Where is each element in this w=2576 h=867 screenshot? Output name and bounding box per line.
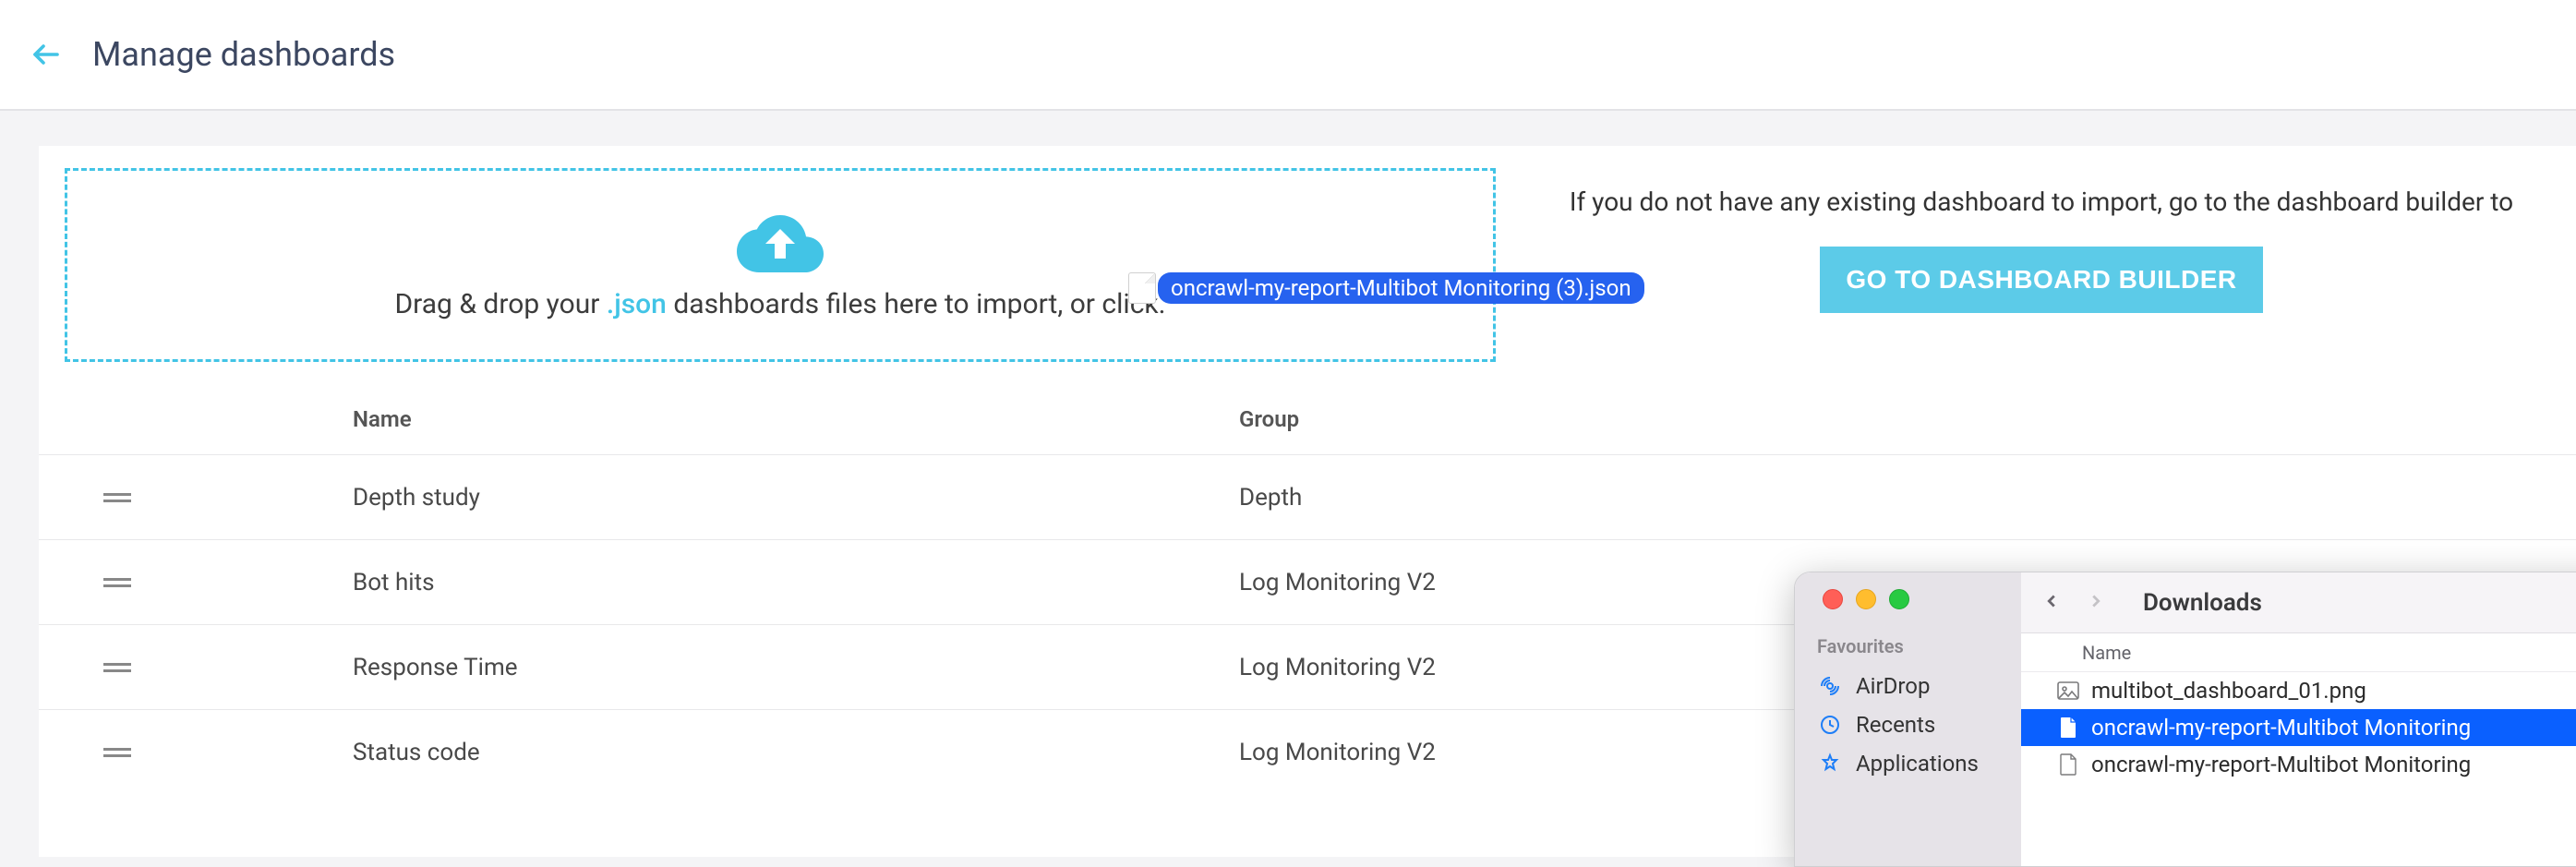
dropzone-text: Drag & drop your .json dashboards files … bbox=[394, 288, 1165, 320]
sidebar-item-label: Recents bbox=[1856, 712, 1935, 738]
column-header-group[interactable]: Group bbox=[1239, 406, 2576, 432]
finder-main: Downloads Name multibot_dashboard_01.png… bbox=[2021, 572, 2576, 866]
top-section: Drag & drop your .json dashboards files … bbox=[39, 146, 2576, 384]
minimize-window-button[interactable] bbox=[1856, 589, 1876, 609]
nav-back-button[interactable] bbox=[2032, 585, 2071, 620]
table-header-row: Name Group bbox=[39, 384, 2576, 455]
finder-sidebar: Favourites AirDrop Recents Applications bbox=[1795, 572, 2021, 866]
image-file-icon bbox=[2056, 681, 2080, 700]
close-window-button[interactable] bbox=[1823, 589, 1843, 609]
applications-icon bbox=[1817, 753, 1843, 775]
sidebar-item-label: Applications bbox=[1856, 751, 1979, 777]
page-header: Manage dashboards bbox=[0, 0, 2576, 111]
cell-name: Depth study bbox=[353, 484, 1239, 512]
sidebar-item-recents[interactable]: Recents bbox=[1795, 705, 2021, 744]
import-dropzone[interactable]: Drag & drop your .json dashboards files … bbox=[65, 168, 1496, 362]
cell-group: Depth bbox=[1239, 484, 2576, 512]
document-file-icon bbox=[2056, 753, 2080, 776]
finder-toolbar: Downloads bbox=[2021, 572, 2576, 633]
table-row[interactable]: Depth study Depth bbox=[39, 455, 2576, 540]
drag-handle-icon[interactable] bbox=[39, 576, 353, 589]
file-name: multibot_dashboard_01.png bbox=[2091, 678, 2366, 704]
cell-name: Bot hits bbox=[353, 569, 1239, 596]
cloud-upload-icon bbox=[736, 211, 825, 277]
sidebar-item-airdrop[interactable]: AirDrop bbox=[1795, 667, 2021, 705]
dropzone-text-ext: .json bbox=[607, 288, 667, 320]
dropzone-text-post: dashboards files here to import, or clic… bbox=[667, 288, 1166, 320]
airdrop-icon bbox=[1817, 675, 1843, 697]
drag-handle-icon[interactable] bbox=[39, 661, 353, 674]
maximize-window-button[interactable] bbox=[1889, 589, 1909, 609]
right-column: If you do not have any existing dashboar… bbox=[1533, 168, 2550, 313]
finder-window[interactable]: Favourites AirDrop Recents Applications … bbox=[1794, 572, 2576, 867]
sidebar-item-label: AirDrop bbox=[1856, 673, 1930, 699]
back-arrow-icon[interactable] bbox=[30, 38, 63, 71]
drag-handle-icon[interactable] bbox=[39, 491, 353, 504]
clock-icon bbox=[1817, 714, 1843, 736]
no-dashboard-text: If you do not have any existing dashboar… bbox=[1570, 187, 2513, 217]
sidebar-section-favourites: Favourites bbox=[1795, 635, 2021, 657]
file-name: oncrawl-my-report-Multibot Monitoring bbox=[2091, 715, 2471, 741]
file-row[interactable]: oncrawl-my-report-Multibot Monitoring bbox=[2021, 709, 2576, 746]
drag-handle-icon[interactable] bbox=[39, 746, 353, 759]
file-name: oncrawl-my-report-Multibot Monitoring bbox=[2091, 752, 2471, 777]
sidebar-item-applications[interactable]: Applications bbox=[1795, 744, 2021, 783]
nav-forward-button[interactable] bbox=[2076, 585, 2115, 620]
dropzone-text-pre: Drag & drop your bbox=[394, 288, 606, 320]
file-row[interactable]: multibot_dashboard_01.png bbox=[2021, 672, 2576, 709]
go-to-dashboard-builder-button[interactable]: GO TO DASHBOARD BUILDER bbox=[1820, 247, 2262, 313]
column-header-name[interactable]: Name bbox=[353, 406, 1239, 432]
cell-name: Status code bbox=[353, 739, 1239, 766]
finder-column-header-name[interactable]: Name bbox=[2021, 633, 2576, 672]
file-row[interactable]: oncrawl-my-report-Multibot Monitoring bbox=[2021, 746, 2576, 783]
finder-file-list: multibot_dashboard_01.png oncrawl-my-rep… bbox=[2021, 672, 2576, 866]
cell-name: Response Time bbox=[353, 654, 1239, 681]
finder-folder-title: Downloads bbox=[2143, 589, 2262, 617]
page-title: Manage dashboards bbox=[92, 35, 395, 74]
document-file-icon bbox=[2056, 716, 2080, 739]
traffic-lights bbox=[1795, 589, 2021, 609]
